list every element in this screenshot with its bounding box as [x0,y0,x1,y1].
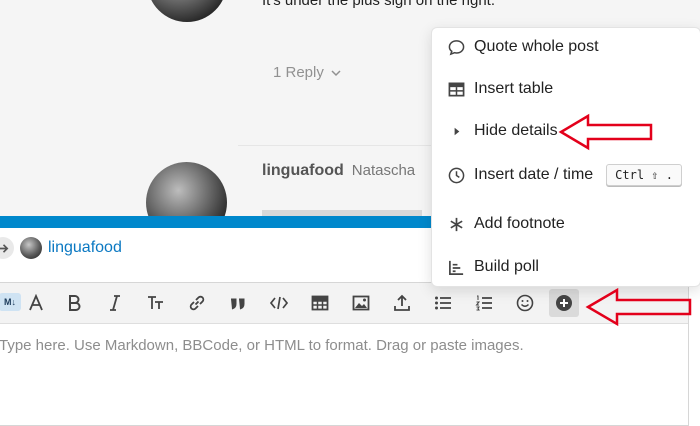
table-icon[interactable] [307,291,333,315]
table-icon [448,82,465,96]
rich-editor-toggle-icon[interactable] [23,291,49,315]
link-icon[interactable] [184,291,210,315]
avatar[interactable] [147,0,227,22]
markdown-mode-button[interactable]: M↓ [0,293,21,311]
bullet-list-icon[interactable] [430,291,456,315]
clock-icon [448,167,465,183]
reply-arrow-icon[interactable] [0,237,14,259]
bold-icon[interactable] [61,291,87,315]
chevron-down-icon [331,69,341,76]
poster-names: linguafood Natascha [262,162,415,180]
menu-item-label: Build poll [474,258,539,275]
upload-icon[interactable] [389,291,415,315]
numbered-list-icon[interactable] [471,291,497,315]
menu-item-label: Insert date / time [474,166,594,183]
replies-label: 1 Reply [273,64,324,81]
menu-item-add-footnote[interactable]: Add footnote [448,215,565,233]
avatar[interactable] [146,162,227,216]
italic-icon[interactable] [102,291,128,315]
caret-right-icon [454,127,460,135]
menu-item-quote-whole-post[interactable]: Quote whole post [448,38,599,56]
menu-item-label: Quote whole post [474,38,599,55]
menu-item-hide-details[interactable]: Hide details [448,122,558,140]
reply-to-line: linguafood [0,237,122,259]
menu-item-label: Insert table [474,80,554,97]
menu-item-build-poll[interactable]: Build poll [448,258,539,276]
menu-item-label: Hide details [474,122,558,139]
post-text: It's under the plus sign on the right. [262,0,496,9]
keyboard-shortcut: Ctrl ⇧ . [606,164,682,186]
image-icon[interactable] [348,291,374,315]
editor-textarea[interactable]: Type here. Use Markdown, BBCode, or HTML… [0,337,524,354]
comment-icon [448,39,465,55]
toolbar-options-menu: Quote whole post Insert table Hide detai… [431,27,700,287]
editor-toolbar: M↓ [0,283,688,324]
emoji-icon[interactable] [512,291,538,315]
chart-icon [449,260,464,275]
heading-icon[interactable] [143,291,169,315]
more-options-plus-icon[interactable] [549,289,579,317]
menu-item-insert-table[interactable]: Insert table [448,80,553,98]
replies-toggle[interactable]: 1 Reply [273,64,342,81]
menu-item-label: Add footnote [474,215,565,232]
editor: M↓ Type here. Use Markdown, BBCode, or H… [0,282,689,426]
poster-username[interactable]: linguafood [262,162,344,179]
code-icon[interactable] [266,291,292,315]
poster-full-name: Natascha [351,162,416,179]
avatar [20,237,42,259]
quote-icon[interactable] [225,291,251,315]
menu-item-insert-date-time[interactable]: Insert date / time Ctrl ⇧ . [448,164,682,186]
reply-to-username[interactable]: linguafood [48,239,122,257]
asterisk-icon [450,217,463,231]
